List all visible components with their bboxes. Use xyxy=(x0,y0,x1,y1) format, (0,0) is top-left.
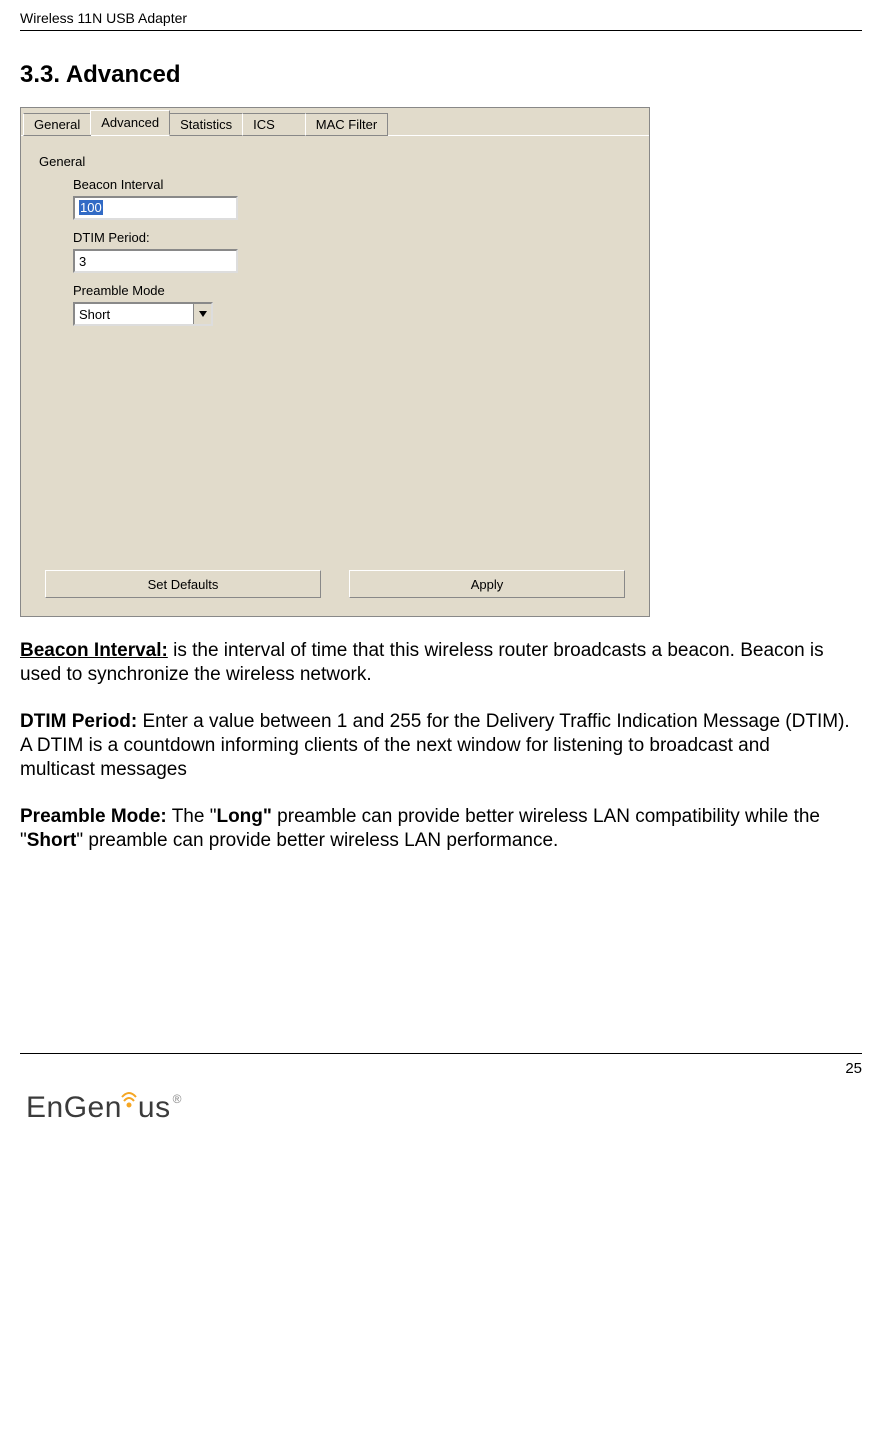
set-defaults-button[interactable]: Set Defaults xyxy=(45,570,321,598)
beacon-interval-input[interactable]: 100 xyxy=(73,196,238,220)
apply-button[interactable]: Apply xyxy=(349,570,625,598)
registered-icon: ® xyxy=(173,1092,182,1106)
tab-strip: General Advanced Statistics ICS MAC Filt… xyxy=(21,108,649,136)
tab-body: General Beacon Interval 100 DTIM Period:… xyxy=(21,136,649,616)
field-preamble-mode: Preamble Mode Short xyxy=(73,283,625,326)
button-row: Set Defaults Apply xyxy=(45,570,625,598)
dtim-period-label: DTIM Period: xyxy=(73,230,625,245)
logo-text-part1: EnGen xyxy=(26,1091,122,1124)
paragraph-preamble-mode: Preamble Mode: The "Long" preamble can p… xyxy=(20,805,850,854)
wifi-icon xyxy=(120,1085,138,1119)
tab-statistics[interactable]: Statistics xyxy=(169,113,243,136)
paragraph-beacon-interval: Beacon Interval: is the interval of time… xyxy=(20,639,850,688)
tab-general[interactable]: General xyxy=(23,113,91,136)
beacon-interval-value: 100 xyxy=(79,200,103,215)
chevron-down-icon[interactable] xyxy=(193,304,211,324)
doc-header: Wireless 11N USB Adapter xyxy=(20,10,862,31)
desc-pm-tail: " preamble can provide better wireless L… xyxy=(76,830,558,851)
page-number: 25 xyxy=(845,1060,862,1077)
preamble-mode-value: Short xyxy=(75,307,193,322)
document-body: Beacon Interval: is the interval of time… xyxy=(20,639,850,853)
advanced-settings-panel: General Advanced Statistics ICS MAC Filt… xyxy=(20,107,650,617)
desc-pm-lead: The " xyxy=(167,806,217,827)
field-beacon-interval: Beacon Interval 100 xyxy=(73,177,625,220)
page-footer: 25 xyxy=(20,1053,862,1077)
word-long: Long" xyxy=(216,806,271,827)
term-beacon-interval: Beacon Interval: xyxy=(20,640,168,661)
term-preamble-mode: Preamble Mode: xyxy=(20,806,167,827)
dtim-period-input[interactable] xyxy=(73,249,238,273)
term-dtim-period: DTIM Period: xyxy=(20,711,137,732)
logo-text-part2: us xyxy=(138,1091,171,1124)
tab-ics[interactable]: ICS xyxy=(242,113,306,136)
section-title-text: Advanced xyxy=(66,61,181,88)
preamble-mode-label: Preamble Mode xyxy=(73,283,625,298)
section-number: 3.3. xyxy=(20,61,60,88)
engenius-logo: EnGenus® xyxy=(20,1081,862,1135)
beacon-interval-label: Beacon Interval xyxy=(73,177,625,192)
tab-advanced[interactable]: Advanced xyxy=(90,110,170,135)
section-heading: 3.3. Advanced xyxy=(20,61,862,89)
preamble-mode-select[interactable]: Short xyxy=(73,302,213,326)
field-dtim-period: DTIM Period: xyxy=(73,230,625,273)
desc-dtim-period: Enter a value between 1 and 255 for the … xyxy=(20,711,850,781)
paragraph-dtim-period: DTIM Period: Enter a value between 1 and… xyxy=(20,710,850,783)
tab-mac-filter[interactable]: MAC Filter xyxy=(305,113,388,136)
word-short: Short xyxy=(27,830,77,851)
group-label-general: General xyxy=(39,154,625,169)
